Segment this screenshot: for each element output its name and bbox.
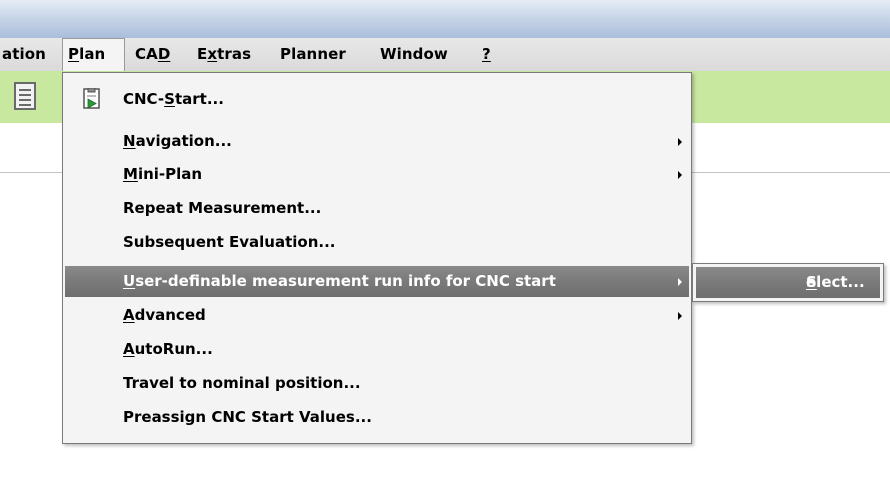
menu-item-autorun[interactable]: AutoRun... bbox=[65, 334, 689, 365]
submenu-arrow-icon bbox=[678, 312, 682, 320]
menu-item-ation[interactable]: ation bbox=[0, 38, 57, 71]
run-info-submenu: Select... bbox=[692, 263, 884, 302]
menu-item-mini-plan[interactable]: Mini-Plan bbox=[65, 159, 689, 190]
window-title-bar bbox=[0, 0, 890, 38]
document-list-icon[interactable] bbox=[14, 82, 36, 110]
cnc-start-icon bbox=[83, 88, 100, 109]
menu-item-advanced[interactable]: Advanced bbox=[65, 300, 689, 331]
menu-item-navigation[interactable]: Navigation... bbox=[65, 126, 689, 157]
menu-item-repeat-measurement[interactable]: Repeat Measurement... bbox=[65, 193, 689, 224]
menu-item-user-definable-run-info[interactable]: User-definable measurement run info for … bbox=[65, 266, 689, 297]
submenu-arrow-icon bbox=[678, 171, 682, 179]
menu-item-cad[interactable]: CAD bbox=[135, 38, 185, 71]
menu-item-cnc-start[interactable]: CNC-Start... bbox=[65, 84, 689, 115]
menu-bar: ation Plan CAD Extras Planner Window ? bbox=[0, 38, 890, 71]
plan-dropdown-menu: CNC-Start... Navigation... Mini-Plan Rep… bbox=[62, 72, 692, 444]
menu-item-preassign-cnc-start[interactable]: Preassign CNC Start Values... bbox=[65, 402, 689, 433]
menu-item-window[interactable]: Window bbox=[380, 38, 470, 71]
menu-item-travel-to-nominal[interactable]: Travel to nominal position... bbox=[65, 368, 689, 399]
menu-item-planner[interactable]: Planner bbox=[280, 38, 365, 71]
menu-item-extras[interactable]: Extras bbox=[197, 38, 267, 71]
menu-item-select[interactable]: Select... bbox=[696, 267, 880, 298]
submenu-arrow-icon bbox=[678, 138, 682, 146]
menu-item-subsequent-evaluation[interactable]: Subsequent Evaluation... bbox=[65, 227, 689, 258]
submenu-arrow-icon bbox=[678, 278, 682, 286]
menu-item-help[interactable]: ? bbox=[482, 38, 500, 71]
menu-item-plan[interactable]: Plan bbox=[62, 38, 125, 71]
